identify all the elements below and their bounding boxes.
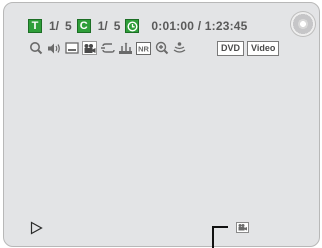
chapter-badge: C (76, 19, 91, 33)
camera-angle-icon[interactable] (82, 41, 97, 55)
function-icon-bar: NR DVD Video (28, 40, 280, 56)
virtual-surround-icon[interactable] (172, 41, 187, 55)
marker-icon[interactable] (118, 41, 133, 55)
elapsed-total-time: 0:01:00 / 1:23:45 (151, 19, 248, 33)
title-current: 1/ (49, 19, 60, 33)
chapter-total: 5 (113, 19, 121, 33)
status-bar: T 1/ 5 C 1/ 5 0:01:00 / 1:23:45 (28, 17, 248, 35)
angle-mark-icon (236, 220, 249, 238)
callout-leader-line (212, 226, 228, 248)
noise-reduction-icon[interactable]: NR (136, 41, 151, 55)
disc-icon (290, 11, 316, 37)
osd-screen: T 1/ 5 C 1/ 5 0:01:00 / 1:23:45 NR DVD V… (3, 2, 320, 247)
subtitle-icon[interactable] (64, 41, 79, 55)
title-badge: T (28, 19, 42, 33)
audio-icon[interactable] (46, 41, 61, 55)
disc-type-label: DVD (217, 40, 245, 56)
title-total: 5 (65, 19, 72, 33)
video-mode-label: Video (247, 40, 280, 56)
nr-label: NR (138, 44, 149, 53)
repeat-icon[interactable] (100, 41, 115, 55)
zoom-icon[interactable] (154, 41, 169, 55)
search-icon[interactable] (28, 41, 43, 55)
chapter-current: 1/ (97, 19, 108, 33)
play-icon (30, 221, 43, 240)
clock-icon (125, 19, 140, 33)
